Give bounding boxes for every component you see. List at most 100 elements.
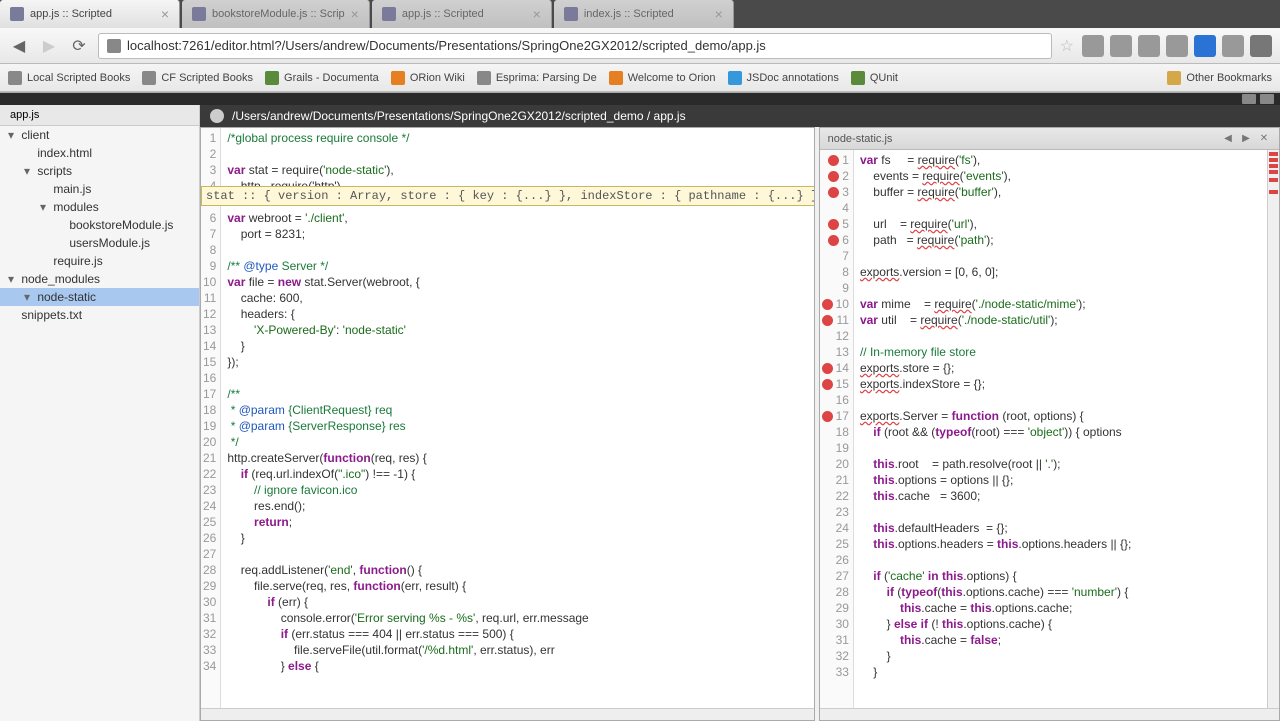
right-code[interactable]: var fs = require('fs'), events = require… <box>854 150 1137 708</box>
tree-toggle-icon[interactable]: ▾ <box>8 128 18 142</box>
tree-item[interactable]: main.js <box>0 180 199 198</box>
bookmark-item[interactable]: CF Scripted Books <box>142 71 253 85</box>
code-line[interactable]: if (typeof(this.options.cache) === 'numb… <box>860 584 1131 600</box>
code-line[interactable]: exports.indexStore = {}; <box>860 376 1131 392</box>
error-icon[interactable] <box>828 187 839 198</box>
code-line[interactable]: var mime = require('./node-static/mime')… <box>860 296 1131 312</box>
code-line[interactable]: 'X-Powered-By': 'node-static' <box>227 322 588 338</box>
code-line[interactable]: headers: { <box>227 306 588 322</box>
code-line[interactable]: if (req.url.indexOf(".ico") !== -1) { <box>227 466 588 482</box>
code-line[interactable]: this.cache = this.options.cache; <box>860 600 1131 616</box>
tab-close-icon[interactable]: × <box>161 6 169 22</box>
panel-toggle-icon[interactable] <box>1242 94 1256 104</box>
right-code-body[interactable]: 1234567891011121314151617181920212223242… <box>820 150 1279 708</box>
tab-close-icon[interactable]: × <box>351 6 359 22</box>
code-line[interactable]: if (root && (typeof(root) === 'object'))… <box>860 424 1131 440</box>
ext-icon-6[interactable] <box>1222 35 1244 57</box>
code-line[interactable] <box>860 200 1131 216</box>
code-line[interactable] <box>227 242 588 258</box>
code-line[interactable]: return; <box>227 514 588 530</box>
code-line[interactable]: this.defaultHeaders = {}; <box>860 520 1131 536</box>
code-line[interactable]: } <box>860 648 1131 664</box>
error-icon[interactable] <box>828 219 839 230</box>
bookmark-item[interactable]: JSDoc annotations <box>728 71 839 85</box>
ext-icon-1[interactable] <box>1082 35 1104 57</box>
right-hscroll[interactable] <box>820 708 1279 720</box>
code-line[interactable]: /*global process require console */ <box>227 130 588 146</box>
ext-icon-3[interactable] <box>1138 35 1160 57</box>
code-line[interactable]: } <box>227 530 588 546</box>
left-code-body[interactable]: 1234567891011121314151617181920212223242… <box>201 128 814 708</box>
bookmark-item[interactable]: Welcome to Orion <box>609 71 716 85</box>
code-line[interactable]: } <box>227 338 588 354</box>
tree-item[interactable]: require.js <box>0 252 199 270</box>
code-line[interactable]: /** @type Server */ <box>227 258 588 274</box>
sidebar-tab[interactable]: app.js <box>0 105 199 126</box>
code-line[interactable]: this.options = options || {}; <box>860 472 1131 488</box>
bookmark-item[interactable]: Grails - Documenta <box>265 71 379 85</box>
ext-icon-2[interactable] <box>1110 35 1132 57</box>
code-line[interactable]: var file = new stat.Server(webroot, { <box>227 274 588 290</box>
code-line[interactable]: events = require('events'), <box>860 168 1131 184</box>
bookmark-item[interactable]: Local Scripted Books <box>8 71 130 85</box>
code-line[interactable]: exports.store = {}; <box>860 360 1131 376</box>
browser-tab[interactable]: bookstoreModule.js :: Scrip× <box>182 0 370 28</box>
error-icon[interactable] <box>822 379 833 390</box>
error-icon[interactable] <box>822 299 833 310</box>
code-line[interactable]: url = require('url'), <box>860 216 1131 232</box>
code-line[interactable] <box>227 370 588 386</box>
code-line[interactable]: var fs = require('fs'), <box>860 152 1131 168</box>
code-line[interactable]: var util = require('./node-static/util')… <box>860 312 1131 328</box>
code-line[interactable]: }); <box>227 354 588 370</box>
error-icon[interactable] <box>822 315 833 326</box>
tab-close-icon[interactable]: × <box>715 6 723 22</box>
error-icon[interactable] <box>822 363 833 374</box>
code-line[interactable]: * @param {ClientRequest} req <box>227 402 588 418</box>
ext-icon-5[interactable] <box>1194 35 1216 57</box>
left-hscroll[interactable] <box>201 708 814 720</box>
browser-tab[interactable]: index.js :: Scripted× <box>554 0 734 28</box>
code-line[interactable]: * @param {ServerResponse} res <box>227 418 588 434</box>
code-line[interactable]: */ <box>227 434 588 450</box>
tree-toggle-icon[interactable]: ▾ <box>24 290 34 304</box>
url-bar[interactable]: localhost:7261/editor.html?/Users/andrew… <box>98 33 1052 59</box>
code-line[interactable] <box>860 552 1131 568</box>
tree-item[interactable]: ▾ modules <box>0 198 199 216</box>
left-editor[interactable]: 1234567891011121314151617181920212223242… <box>200 127 815 721</box>
other-bookmarks[interactable]: Other Bookmarks <box>1167 71 1272 85</box>
code-line[interactable] <box>860 392 1131 408</box>
tree-item[interactable]: ▾ client <box>0 126 199 144</box>
error-icon[interactable] <box>828 235 839 246</box>
star-icon[interactable]: ☆ <box>1060 36 1074 56</box>
tree-item[interactable]: index.html <box>0 144 199 162</box>
code-line[interactable]: if ('cache' in this.options) { <box>860 568 1131 584</box>
code-line[interactable]: // In-memory file store <box>860 344 1131 360</box>
tree-toggle-icon[interactable]: ▾ <box>8 272 18 286</box>
bookmark-item[interactable]: ORion Wiki <box>391 71 465 85</box>
code-line[interactable]: this.cache = 3600; <box>860 488 1131 504</box>
code-line[interactable]: var stat = require('node-static'), <box>227 162 588 178</box>
code-line[interactable]: // ignore favicon.ico <box>227 482 588 498</box>
error-icon[interactable] <box>828 155 839 166</box>
tree-item[interactable]: ▾ node-static <box>0 288 199 306</box>
code-line[interactable]: } else { <box>227 658 588 674</box>
code-line[interactable]: file.serveFile(util.format('/%d.html', e… <box>227 642 588 658</box>
tree-item[interactable]: ▾ scripts <box>0 162 199 180</box>
code-line[interactable]: } <box>860 664 1131 680</box>
prev-icon[interactable]: ◀ <box>1221 132 1235 146</box>
tree-item[interactable]: snippets.txt <box>0 306 199 324</box>
code-line[interactable]: buffer = require('buffer'), <box>860 184 1131 200</box>
code-line[interactable]: this.cache = false; <box>860 632 1131 648</box>
code-line[interactable]: file.serve(req, res, function(err, resul… <box>227 578 588 594</box>
code-line[interactable]: cache: 600, <box>227 290 588 306</box>
code-line[interactable]: console.error('Error serving %s - %s', r… <box>227 610 588 626</box>
tab-close-icon[interactable]: × <box>533 6 541 22</box>
code-line[interactable] <box>227 546 588 562</box>
settings-icon[interactable] <box>1260 94 1274 104</box>
code-line[interactable]: exports.version = [0, 6, 0]; <box>860 264 1131 280</box>
error-icon[interactable] <box>828 171 839 182</box>
code-line[interactable]: if (err.status === 404 || err.status ===… <box>227 626 588 642</box>
code-line[interactable]: if (err) { <box>227 594 588 610</box>
code-line[interactable]: } else if (! this.options.cache) { <box>860 616 1131 632</box>
browser-tab[interactable]: app.js :: Scripted× <box>372 0 552 28</box>
